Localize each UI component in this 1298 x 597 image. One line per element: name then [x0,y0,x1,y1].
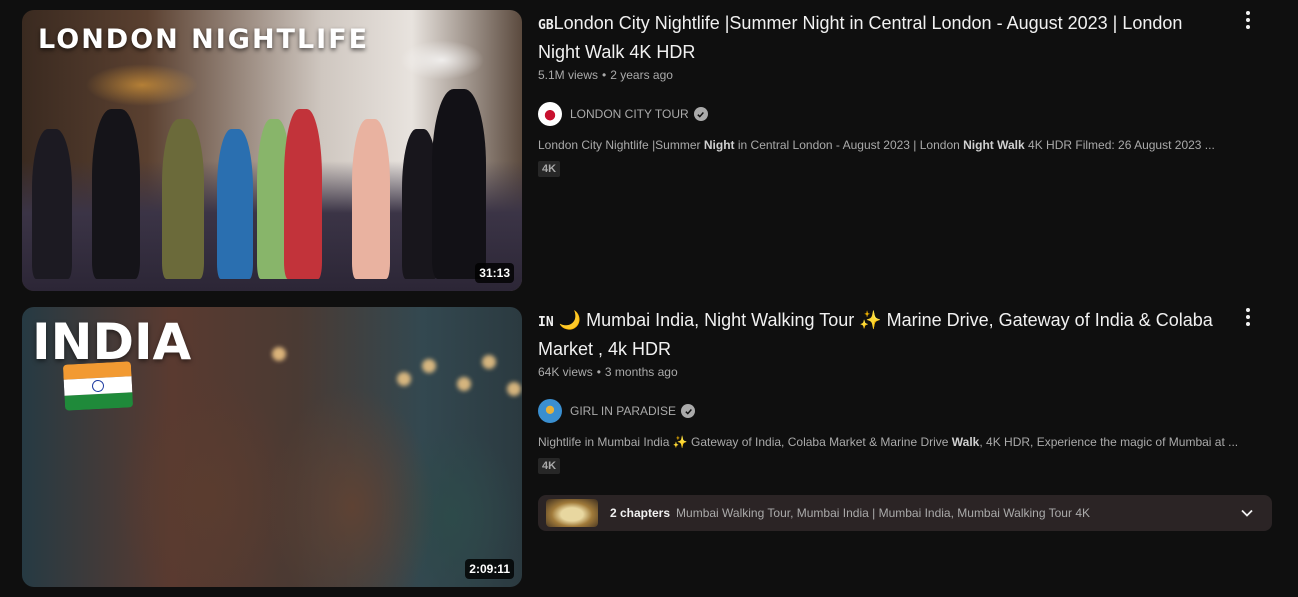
three-dot-menu-icon[interactable] [1244,10,1252,30]
video-info: GBLondon City Nightlife |Summer Night in… [538,10,1274,177]
video-result: INDIA 2:09:11 IN 🌙 Mumbai India, Night W… [22,307,1274,587]
description-highlight: Walk [951,435,980,449]
video-title-text: 🌙 Mumbai India, Night Walking Tour ✨ Mar… [538,310,1213,359]
upload-age: 3 months ago [604,365,678,379]
video-duration: 2:09:11 [465,559,514,579]
video-title-text: London City Nightlife |Summer Night in C… [538,13,1183,62]
video-description: London City Nightlife |Summer Night in C… [538,138,1274,152]
channel-link[interactable]: LONDON CITY TOUR [538,102,1274,126]
description-highlight: Night [703,138,735,152]
description-text: Nightlife in Mumbai India ✨ Gateway of I… [538,435,952,449]
verified-check-icon [693,107,708,121]
video-metadata: 64K views • 3 months ago [538,365,678,379]
upload-age: 2 years ago [610,68,673,82]
chapter-thumbnail [546,499,598,527]
india-flag-icon [62,361,134,411]
video-metadata: 5.1M views • 2 years ago [538,68,673,82]
video-thumbnail[interactable]: LONDON NIGHTLIFE 31:13 [22,10,522,291]
channel-link[interactable]: GIRL IN PARADISE [538,399,1274,423]
verified-check-icon [681,404,696,418]
video-info: IN 🌙 Mumbai India, Night Walking Tour ✨ … [538,307,1274,531]
channel-name[interactable]: GIRL IN PARADISE [570,404,676,418]
flag-code: IN [538,315,554,330]
quality-badge: 4K [538,458,561,474]
chapters-list: Mumbai Walking Tour, Mumbai India | Mumb… [676,506,1090,520]
video-title[interactable]: GBLondon City Nightlife |Summer Night in… [538,10,1274,65]
video-title[interactable]: IN 🌙 Mumbai India, Night Walking Tour ✨ … [538,307,1274,362]
video-duration: 31:13 [475,263,514,283]
channel-avatar[interactable] [538,102,562,126]
three-dot-menu-icon[interactable] [1244,307,1252,327]
description-text: , 4K HDR, Experience the magic of Mumbai… [979,435,1239,449]
description-text: London City Nightlife |Summer [538,138,704,152]
flag-code: GB [538,18,554,33]
chapters-expander[interactable]: 2 chapters Mumbai Walking Tour, Mumbai I… [538,495,1272,531]
video-description: Nightlife in Mumbai India ✨ Gateway of I… [538,435,1274,449]
chapters-count: 2 chapters [610,506,671,520]
video-result: LONDON NIGHTLIFE 31:13 GBLondon City Nig… [22,10,1274,291]
quality-badge: 4K [538,161,561,177]
view-count: 5.1M views [538,68,599,82]
view-count: 64K views [538,365,593,379]
video-thumbnail[interactable]: INDIA 2:09:11 [22,307,522,587]
channel-avatar[interactable] [538,399,562,423]
description-highlight: Night Walk [963,138,1025,152]
thumbnail-overlay-text: LONDON NIGHTLIFE [38,24,370,55]
description-text: 4K HDR Filmed: 26 August 2023 ... [1024,138,1215,152]
chevron-down-icon[interactable] [1240,506,1254,520]
channel-name[interactable]: LONDON CITY TOUR [570,107,689,121]
description-text: in Central London - August 2023 | London [734,138,964,152]
